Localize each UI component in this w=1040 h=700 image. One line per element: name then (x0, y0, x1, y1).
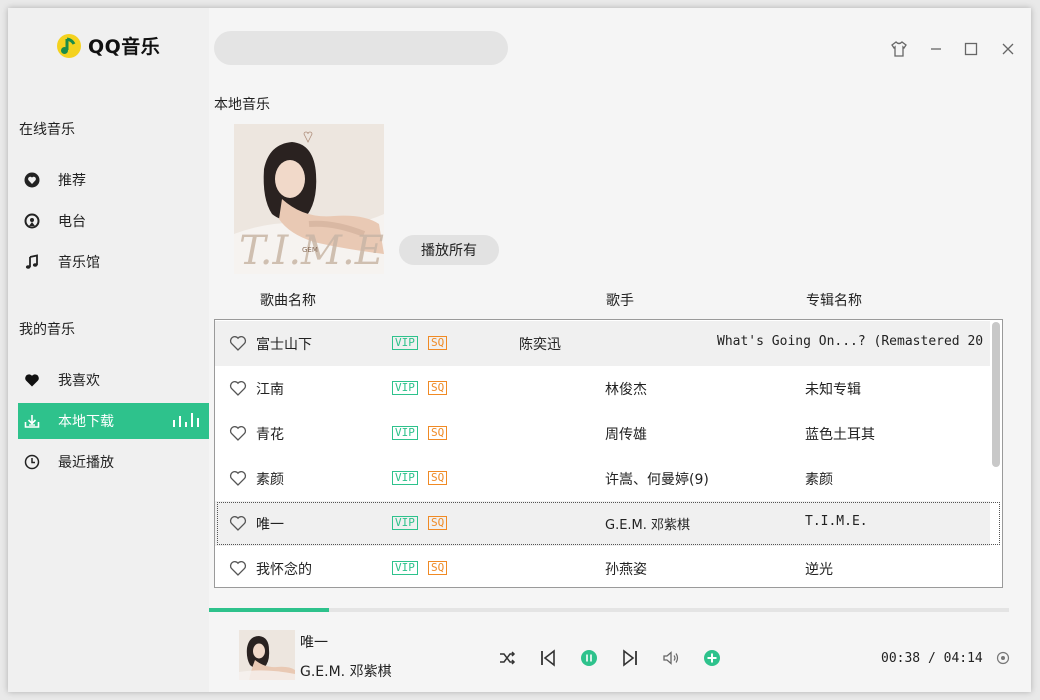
sq-badge: SQ (428, 471, 448, 485)
song-title: 青花 (256, 427, 284, 443)
sidebar-item-favorites[interactable]: 我喜欢 (18, 362, 209, 398)
album-cover: T.I.M.E GEM (234, 124, 384, 274)
now-playing-cover[interactable] (239, 630, 295, 680)
volume-icon[interactable] (661, 648, 681, 668)
previous-track-icon[interactable] (538, 648, 558, 668)
sq-badge: SQ (428, 426, 448, 440)
song-album: 蓝色土耳其 (805, 427, 875, 443)
song-album: 未知专辑 (805, 382, 861, 398)
heart-icon (24, 372, 40, 388)
column-header-song[interactable]: 歌曲名称 (260, 290, 316, 310)
song-artist: G.E.M. 邓紫棋 (605, 518, 691, 533)
sidebar-item-label: 最近播放 (58, 455, 114, 471)
like-heart-icon[interactable] (229, 334, 247, 352)
play-all-button[interactable]: 播放所有 (399, 235, 499, 265)
sidebar-item-label: 音乐馆 (58, 255, 100, 271)
sidebar-item-recommend[interactable]: 推荐 (18, 162, 209, 198)
music-note-icon (24, 254, 40, 270)
table-row[interactable]: 青花 VIP SQ 周传雄 蓝色土耳其 (215, 411, 990, 456)
table-row[interactable]: 江南 VIP SQ 林俊杰 未知专辑 (215, 366, 990, 411)
list-scrollbar[interactable] (992, 322, 1000, 467)
sidebar-item-label: 我喜欢 (58, 373, 100, 389)
table-row-selected[interactable]: 唯一 VIP SQ G.E.M. 邓紫棋 T.I.M.E. (215, 501, 1000, 546)
like-heart-icon[interactable] (229, 559, 247, 577)
table-row[interactable]: 素颜 VIP SQ 许嵩、何曼婷(9) 素颜 (215, 456, 990, 501)
album-art-small-text: GEM (302, 246, 318, 254)
app-name: QQ音乐 (88, 36, 161, 58)
sidebar-item-music-hall[interactable]: 音乐馆 (18, 244, 209, 280)
like-heart-icon[interactable] (229, 469, 247, 487)
sidebar-item-label: 本地下载 (58, 414, 114, 430)
sidebar-item-local-download[interactable]: 本地下载 (18, 403, 209, 439)
like-heart-icon[interactable] (229, 424, 247, 442)
song-title: 富士山下 (256, 337, 312, 353)
vip-badge: VIP (392, 561, 418, 575)
song-title: 唯一 (256, 517, 284, 533)
minimize-icon[interactable] (925, 38, 947, 60)
column-header-album[interactable]: 专辑名称 (806, 290, 862, 310)
skin-icon[interactable] (888, 38, 910, 60)
add-to-playlist-icon[interactable] (702, 648, 722, 668)
app-window: QQ音乐 在线音乐 推荐 电台 音乐馆 我的音乐 我喜欢 本地下载 最近播放 本… (8, 8, 1031, 692)
qq-music-logo-icon (57, 33, 81, 58)
playback-progress-fill (209, 608, 329, 612)
clock-icon (24, 454, 40, 470)
next-track-icon[interactable] (620, 648, 640, 668)
table-row[interactable]: 富士山下 VIP SQ 陈奕迅 What's Going On...? (Rem… (215, 321, 990, 366)
song-list: 富士山下 VIP SQ 陈奕迅 What's Going On...? (Rem… (214, 319, 1003, 588)
playlist-menu-icon[interactable] (993, 648, 1013, 668)
like-heart-icon[interactable] (229, 514, 247, 532)
section-title-online-music: 在线音乐 (19, 122, 75, 138)
sq-badge: SQ (428, 561, 448, 575)
song-album: 逆光 (805, 562, 833, 578)
song-artist: 孙燕姿 (605, 562, 647, 578)
sidebar: QQ音乐 在线音乐 推荐 电台 音乐馆 我的音乐 我喜欢 本地下载 最近播放 (8, 8, 209, 692)
close-icon[interactable] (997, 38, 1019, 60)
vip-badge: VIP (392, 336, 418, 350)
table-row[interactable]: 我怀念的 VIP SQ 孙燕姿 逆光 (215, 546, 990, 587)
now-playing-artist: G.E.M. 邓紫棋 (300, 664, 392, 680)
now-playing-title: 唯一 (300, 635, 328, 651)
song-artist: 许嵩、何曼婷(9) (605, 472, 709, 488)
song-album: 素颜 (805, 472, 833, 488)
playback-time: 00:38 / 04:14 (881, 651, 983, 666)
song-album: What's Going On...? (Remastered 20 (717, 334, 984, 349)
section-title-my-music: 我的音乐 (19, 322, 75, 338)
vip-badge: VIP (392, 516, 418, 530)
playing-equalizer-icon (173, 413, 199, 427)
song-artist: 林俊杰 (605, 382, 647, 398)
sq-badge: SQ (428, 516, 448, 530)
playback-progress-bar[interactable] (209, 608, 1009, 612)
app-logo: QQ音乐 (56, 32, 160, 59)
radio-icon (24, 213, 40, 229)
song-artist: 周传雄 (605, 427, 647, 443)
heart-circle-icon (24, 172, 40, 188)
column-header-artist[interactable]: 歌手 (606, 290, 634, 310)
pause-button-icon[interactable] (579, 648, 599, 668)
sidebar-item-radio[interactable]: 电台 (18, 203, 209, 239)
sidebar-item-label: 推荐 (58, 173, 86, 189)
song-album: T.I.M.E. (805, 514, 868, 529)
like-heart-icon[interactable] (229, 379, 247, 397)
song-title: 我怀念的 (256, 562, 312, 578)
vip-badge: VIP (392, 471, 418, 485)
sidebar-item-label: 电台 (58, 214, 86, 230)
sq-badge: SQ (428, 336, 448, 350)
sq-badge: SQ (428, 381, 448, 395)
song-title: 素颜 (256, 472, 284, 488)
page-title: 本地音乐 (214, 97, 270, 113)
maximize-icon[interactable] (960, 38, 982, 60)
main-content: 本地音乐 T.I.M.E GEM 播放所有 歌曲名称 歌手 专辑名称 富士山下 (209, 8, 1031, 692)
vip-badge: VIP (392, 381, 418, 395)
song-artist: 陈奕迅 (519, 337, 561, 353)
shuffle-icon[interactable] (497, 648, 517, 668)
download-icon (24, 413, 40, 429)
sidebar-item-recent[interactable]: 最近播放 (18, 444, 209, 480)
song-title: 江南 (256, 382, 284, 398)
search-input[interactable] (214, 31, 508, 65)
vip-badge: VIP (392, 426, 418, 440)
